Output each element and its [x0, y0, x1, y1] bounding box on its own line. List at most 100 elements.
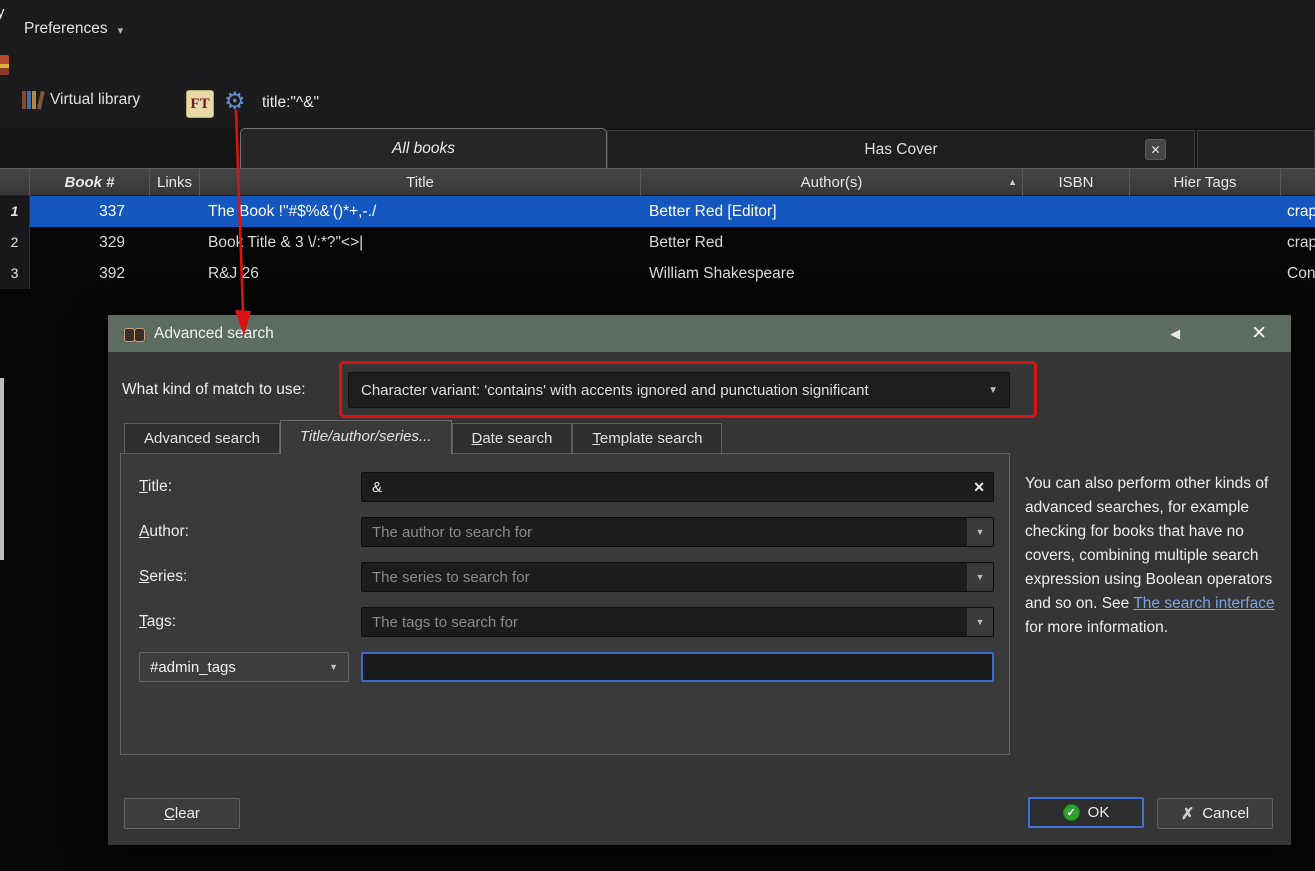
header-authors[interactable]: Author(s) ▲ [641, 169, 1023, 196]
tab-all-books[interactable]: All books [240, 128, 607, 168]
help-text-after: for more information. [1025, 619, 1168, 636]
books-icon [22, 90, 45, 110]
preferences-label: Preferences [24, 20, 108, 37]
dialog-titlebar: Advanced search ◀ ✕ [108, 315, 1291, 352]
gear-icon[interactable]: ⚙ [224, 87, 246, 116]
admin-tags-value: #admin_tags [150, 658, 236, 676]
help-text: You can also perform other kinds of adva… [1025, 472, 1283, 640]
row-number: 2 [0, 227, 30, 258]
advanced-search-icon [124, 327, 145, 342]
cell-book-num: 337 [99, 203, 125, 220]
cell-book-num: 329 [99, 234, 125, 251]
clear-button[interactable]: Clear [124, 798, 240, 829]
cell-title: The Book !"#$%&'()*+,-./ [208, 203, 377, 220]
search-interface-link[interactable]: The search interface [1133, 595, 1274, 612]
search-toolbar: Virtual library FT ⚙ title:"^&" [0, 85, 1315, 128]
series-combo-arrow[interactable]: ▼ [966, 563, 993, 591]
header-authors-label: Author(s) [800, 174, 863, 191]
title-label: Title: [139, 478, 173, 495]
check-icon: ✓ [1062, 804, 1080, 821]
tab-template-label: emplate search [599, 430, 703, 447]
ok-label: OK [1087, 804, 1110, 821]
help-text-before: You can also perform other kinds of adva… [1025, 475, 1273, 612]
tab-stub [1197, 130, 1315, 168]
cell-authors: Better Red [649, 234, 724, 251]
cancel-label: Cancel [1202, 805, 1250, 822]
title-field-wrap: ✕ [361, 472, 994, 502]
match-kind-label: What kind of match to use: [122, 381, 306, 398]
match-kind-select[interactable]: Character variant: 'contains' with accen… [348, 372, 1010, 408]
collapse-left-icon[interactable]: ◀ [1170, 326, 1180, 342]
combo-arrow-icon: ▼ [988, 384, 998, 396]
clipped-edge-text: y [0, 4, 5, 21]
combo-arrow-icon: ▼ [975, 527, 985, 537]
header-isbn[interactable]: ISBN [1023, 169, 1130, 196]
header-book-num[interactable]: Book # [30, 169, 150, 196]
author-field-wrap: ▼ [361, 517, 994, 547]
series-input[interactable] [361, 562, 994, 592]
table-row[interactable]: 2 329 Book Title & 3 \/:*?"<>| Better Re… [0, 227, 1315, 258]
ok-button[interactable]: ✓ OK [1028, 797, 1144, 828]
full-text-search-button[interactable]: FT [186, 90, 214, 118]
combo-arrow-icon: ▼ [329, 662, 338, 672]
clear-field-icon[interactable]: ✕ [973, 472, 985, 502]
clipped-edge-icon [0, 55, 9, 75]
tab-template-mnemonic: T [592, 430, 600, 447]
tab-all-books-label: All books [392, 139, 455, 157]
cell-clipped: crap [1287, 203, 1315, 220]
tab-advanced-search[interactable]: Advanced search [124, 423, 280, 454]
row-number: 1 [0, 196, 30, 227]
header-links[interactable]: Links [150, 169, 200, 196]
tags-input[interactable] [361, 607, 994, 637]
app-window: y Preferences ▾ Virtual library FT ⚙ tit… [0, 0, 1315, 871]
chevron-down-icon: ▾ [117, 25, 124, 37]
tags-field-wrap: ▼ [361, 607, 994, 637]
author-input[interactable] [361, 517, 994, 547]
tab-date-search[interactable]: Date search [451, 423, 573, 454]
cell-authors: William Shakespeare [649, 265, 795, 282]
tab-has-cover[interactable]: Has Cover ✕ [607, 130, 1195, 168]
close-tab-button[interactable]: ✕ [1145, 139, 1166, 160]
tab-advanced-search-label: Advanced search [144, 430, 260, 447]
tab-date-mnemonic: D [471, 430, 483, 447]
title-input[interactable] [361, 472, 994, 502]
left-scrollbar-fragment[interactable] [0, 378, 4, 560]
table-row[interactable]: 1 337 The Book !"#$%&'()*+,-./ Better Re… [0, 196, 1315, 227]
tab-has-cover-label: Has Cover [864, 140, 938, 158]
tab-template-search[interactable]: Template search [572, 423, 723, 454]
cancel-button[interactable]: ✗ Cancel [1157, 798, 1273, 829]
cell-title: Book Title & 3 \/:*?"<>| [208, 234, 364, 251]
series-label: Series: [139, 568, 188, 585]
cell-title: R&J 26 [208, 265, 259, 282]
combo-arrow-icon: ▼ [975, 572, 985, 582]
admin-tags-field-wrap [361, 652, 994, 682]
tab-title-author-series[interactable]: Title/author/series... [279, 420, 452, 454]
header-title[interactable]: Title [200, 169, 641, 196]
cell-clipped: Con [1287, 265, 1315, 282]
admin-tags-input[interactable] [361, 652, 994, 682]
cell-clipped: crap [1287, 234, 1315, 251]
dialog-close-button[interactable]: ✕ [1251, 322, 1267, 345]
library-tab-bar: All books Has Cover ✕ [0, 128, 1315, 168]
header-hier-tags[interactable]: Hier Tags [1130, 169, 1281, 196]
x-icon: ✗ [1180, 805, 1195, 823]
tags-combo-arrow[interactable]: ▼ [966, 608, 993, 636]
search-input[interactable]: title:"^&" [262, 94, 319, 112]
virtual-library-label: Virtual library [50, 91, 141, 108]
author-label: Author: [139, 523, 189, 540]
preferences-button[interactable]: Preferences ▾ [24, 20, 123, 38]
table-row[interactable]: 3 392 R&J 26 William Shakespeare Con [0, 258, 1315, 289]
match-kind-value: Character variant: 'contains' with accen… [361, 381, 869, 399]
dialog-tab-bar: Advanced search Title/author/series... D… [124, 420, 723, 454]
title-author-series-panel: Title: ✕ Author: ▼ Series: [120, 453, 1010, 755]
top-chrome: y Preferences ▾ Virtual library FT ⚙ tit… [0, 0, 1315, 128]
admin-tags-select[interactable]: #admin_tags ▼ [139, 652, 349, 682]
row-number: 3 [0, 258, 30, 289]
dialog-title: Advanced search [154, 324, 274, 342]
author-combo-arrow[interactable]: ▼ [966, 518, 993, 546]
sort-ascending-icon: ▲ [1008, 177, 1017, 187]
tags-label: Tags: [139, 613, 177, 630]
close-icon: ✕ [1150, 142, 1161, 157]
combo-arrow-icon: ▼ [975, 617, 985, 627]
virtual-library-button[interactable]: Virtual library [22, 90, 141, 110]
